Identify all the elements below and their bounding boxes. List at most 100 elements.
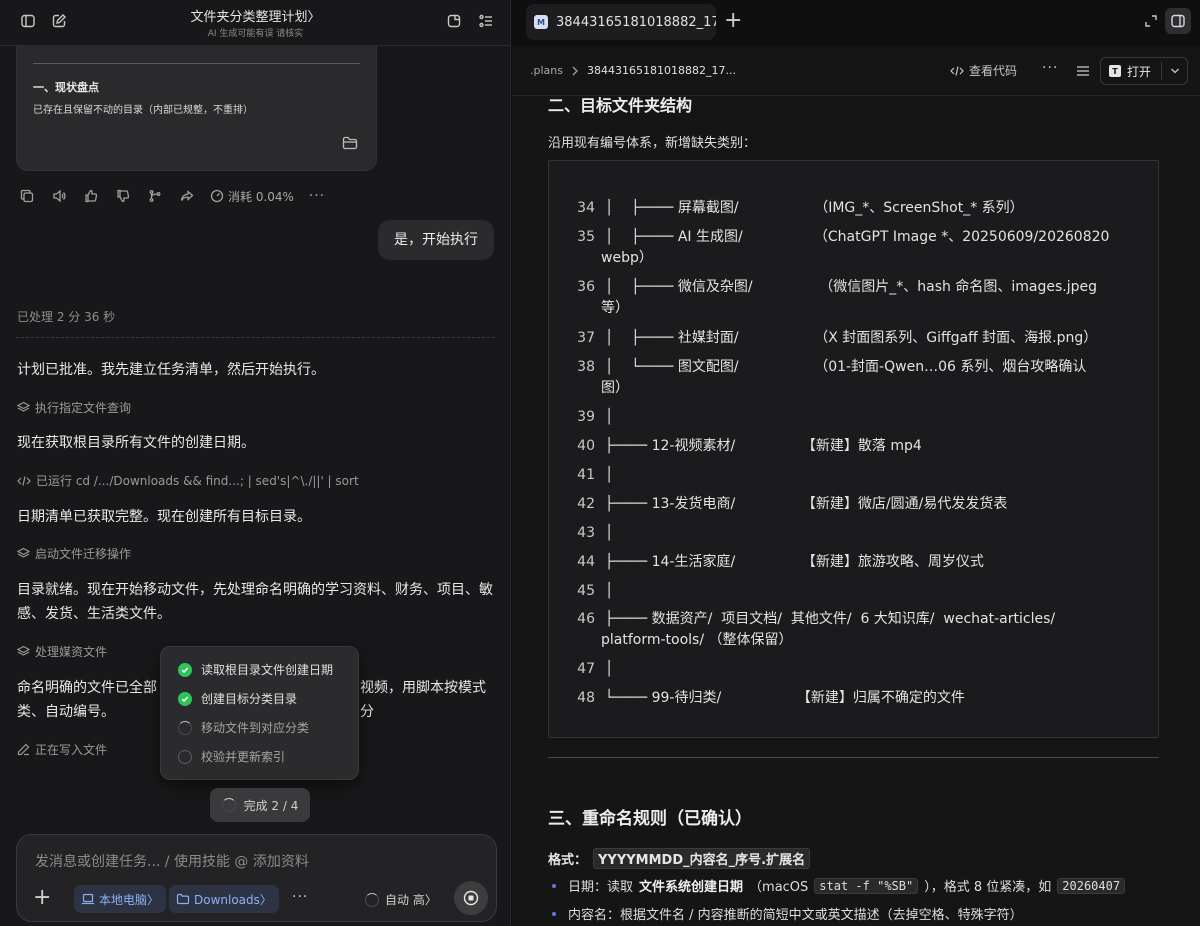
chat-disclaimer: AI 生成可能有误 请核实 xyxy=(207,29,304,39)
section-heading: 三、重命名规则（已确认） xyxy=(548,809,752,829)
branch-icon[interactable] xyxy=(146,187,164,205)
expand-icon[interactable] xyxy=(1139,9,1163,33)
more-icon[interactable]: ··· xyxy=(308,187,326,205)
task-item-pending: 校验并更新索引 xyxy=(178,748,285,765)
message-divider xyxy=(16,337,495,338)
button-separator xyxy=(1161,62,1162,80)
document-tab-label: 38443165181018882_17 xyxy=(556,14,716,30)
section-intro: 沿用现有编号体系，新增缺失类别： xyxy=(548,136,757,151)
list-item: 内容名：根据文件名 / 内容推断的简短中文或英文描述（去掉空格、特殊字符） xyxy=(552,904,1023,923)
task-label: 创建目标分类目录 xyxy=(201,692,298,706)
tool-step[interactable]: 正在写入文件 xyxy=(17,741,107,758)
bullet-dot xyxy=(552,911,556,916)
user-message: 是，开始执行 xyxy=(378,220,494,260)
spinner-icon xyxy=(221,798,236,812)
card-divider xyxy=(33,63,360,64)
section-heading: 二、目标文件夹结构 xyxy=(548,96,693,115)
breadcrumb-current[interactable]: 38443165181018882_17... xyxy=(587,64,736,77)
token-usage: 消耗 0.04% xyxy=(210,188,294,205)
speaker-icon[interactable] xyxy=(50,187,68,205)
local-computer-chip[interactable]: 本地电脑〉 xyxy=(74,885,167,913)
chat-title[interactable]: 文件夹分类整理计划〉 xyxy=(0,6,510,25)
open-label: 打开 xyxy=(1127,64,1152,79)
task-progress-label: 完成 2 / 4 xyxy=(243,798,299,813)
tool-step[interactable]: 启动文件迁移操作 xyxy=(17,545,131,562)
processing-time[interactable]: 已处理 2 分 36 秒 xyxy=(17,308,115,325)
add-attachment-button[interactable]: + xyxy=(33,887,51,909)
view-code-button[interactable]: 查看代码 xyxy=(950,62,1017,79)
tool-step-label: 启动文件迁移操作 xyxy=(35,547,132,561)
mode-selector[interactable]: 自动 高〉 xyxy=(365,891,437,908)
code-icon xyxy=(950,65,964,76)
laptop-icon xyxy=(82,893,94,905)
task-label: 校验并更新索引 xyxy=(201,750,286,764)
chevron-down-icon[interactable] xyxy=(1169,63,1181,79)
task-item-running: 移动文件到对应分类 xyxy=(178,719,309,736)
thumbs-up-icon[interactable] xyxy=(82,187,100,205)
folder-icon[interactable] xyxy=(342,135,358,154)
panel-toggle-icon[interactable] xyxy=(1165,8,1191,34)
assistant-message: 计划已批准。我先建立任务清单，然后开始执行。 xyxy=(17,362,325,378)
text-editor-icon: T xyxy=(1109,65,1121,77)
open-button[interactable]: T 打开 xyxy=(1100,57,1188,85)
task-label: 读取根目录文件创建日期 xyxy=(201,663,334,677)
stop-icon xyxy=(463,890,479,906)
pencil-icon xyxy=(17,743,30,756)
document-tab[interactable]: M 38443165181018882_17 xyxy=(526,4,716,40)
tool-step[interactable]: 处理媒资文件 xyxy=(17,643,107,660)
assistant-message-part: 命名明确的文件已全部 xyxy=(17,680,157,696)
breadcrumb-root[interactable]: .plans xyxy=(530,64,563,77)
share-icon[interactable] xyxy=(442,9,466,33)
assistant-message: 日期清单已获取完整。现在创建所有目标目录。 xyxy=(17,509,311,525)
thumbs-down-icon[interactable] xyxy=(114,187,132,205)
file-preview-card[interactable]: 一、现状盘点 已存在且保留不动的目录（内部已规整，不重排） xyxy=(16,34,377,171)
stop-button[interactable] xyxy=(454,881,488,915)
more-icon[interactable]: ··· xyxy=(1042,60,1058,76)
chevron-right-icon xyxy=(572,66,578,75)
task-label: 移动文件到对应分类 xyxy=(201,721,310,735)
local-computer-label: 本地电脑〉 xyxy=(99,892,160,907)
downloads-folder-chip[interactable]: Downloads〉 xyxy=(169,885,279,913)
document-content: 二、目标文件夹结构 沿用现有编号体系，新增缺失类别： 34 │ ├──── 屏幕截… xyxy=(512,96,1200,926)
code-block: 34 │ ├──── 屏幕截图/ （IMG_*、ScreenShot_* 系列） … xyxy=(548,160,1159,738)
card-heading: 一、现状盘点 xyxy=(33,81,99,94)
layers-icon xyxy=(17,547,30,558)
task-item-done: 创建目标分类目录 xyxy=(178,690,297,707)
task-item-done: 读取根目录文件创建日期 xyxy=(178,661,333,678)
layers-icon xyxy=(17,401,30,412)
check-circle-icon xyxy=(178,691,192,706)
task-progress-button[interactable]: 完成 2 / 4 xyxy=(210,788,310,822)
downloads-folder-label: Downloads〉 xyxy=(194,892,272,907)
task-checklist-popup: 读取根目录文件创建日期 创建目标分类目录 移动文件到对应分类 校验并更新索引 xyxy=(160,646,359,780)
code-icon xyxy=(17,475,31,486)
copy-icon[interactable] xyxy=(18,187,36,205)
horizontal-rule xyxy=(548,757,1159,758)
more-options-icon[interactable]: ··· xyxy=(292,889,308,905)
gauge-icon xyxy=(210,189,224,203)
chat-pane: 文件夹分类整理计划〉 AI 生成可能有误 请核实 一、现状盘点 已存在且保留不动… xyxy=(0,0,511,926)
tool-step-label: 已运行 cd /.../Downloads && find...; | sed'… xyxy=(36,474,359,488)
message-composer: 发消息或创建任务... / 使用技能 @ 添加资料 + 本地电脑〉 Downlo… xyxy=(16,834,497,922)
assistant-message: 目录就绪。现在开始移动文件，先处理命名明确的学习资料、财务、项目、敏感、发货、生… xyxy=(17,582,493,622)
list-item: 日期：读取 文件系统创建日期 （macOS stat -f "%SB" ），格式 8… xyxy=(552,876,1126,895)
tab-bar: M 38443165181018882_17 + xyxy=(512,0,1200,46)
message-actions: 消耗 0.04% ··· xyxy=(18,186,326,206)
task-list-icon[interactable] xyxy=(474,9,498,33)
tool-step-label: 执行指定文件查询 xyxy=(35,401,132,415)
layers-icon xyxy=(17,645,30,656)
format-pattern: YYYYMMDD_内容名_序号.扩展名 xyxy=(593,848,811,869)
spinner-icon xyxy=(178,720,192,735)
token-usage-label: 消耗 0.04% xyxy=(228,189,294,204)
breadcrumb: .plans 38443165181018882_17... xyxy=(530,64,736,77)
mode-label: 自动 高〉 xyxy=(385,893,437,907)
document-toolbar: .plans 38443165181018882_17... 查看代码 ··· … xyxy=(512,46,1200,96)
message-input[interactable]: 发消息或创建任务... / 使用技能 @ 添加资料 xyxy=(35,851,309,871)
forward-icon[interactable] xyxy=(178,187,196,205)
outline-icon[interactable] xyxy=(1071,59,1095,83)
tool-step[interactable]: 执行指定文件查询 xyxy=(17,399,131,416)
tool-step[interactable]: 已运行 cd /.../Downloads && find...; | sed'… xyxy=(17,472,359,489)
markdown-file-icon: M xyxy=(534,15,548,29)
assistant-message: 现在获取根目录所有文件的创建日期。 xyxy=(17,435,255,451)
new-tab-button[interactable]: + xyxy=(724,8,742,34)
card-paragraph: 已存在且保留不动的目录（内部已规整，不重排） xyxy=(33,105,253,116)
